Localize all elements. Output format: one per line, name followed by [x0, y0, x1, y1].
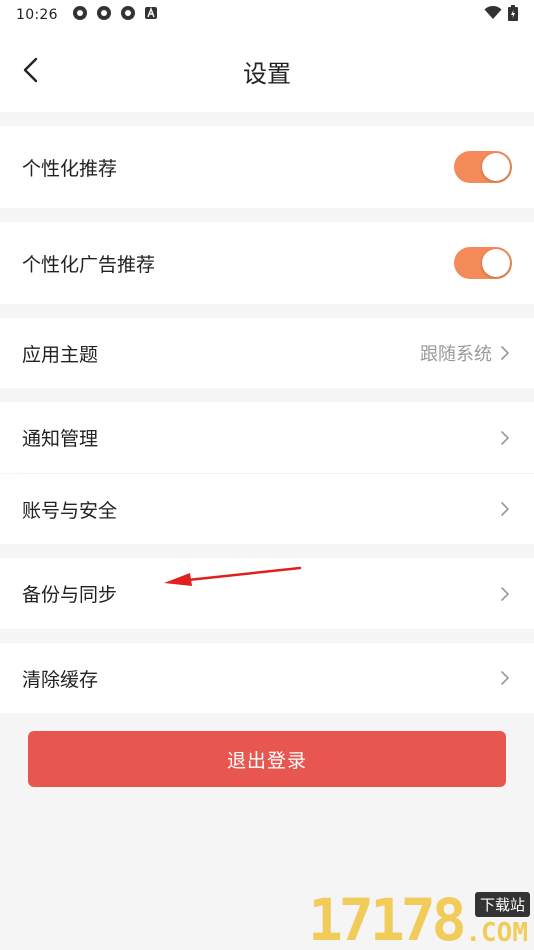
setting-label: 个性化推荐	[22, 157, 118, 180]
toggle-knob	[482, 249, 510, 277]
personalized-ads-toggle[interactable]	[454, 247, 512, 279]
setting-notifications[interactable]: 通知管理	[0, 402, 534, 473]
setting-label: 通知管理	[22, 428, 99, 450]
setting-personalized-ads: 个性化广告推荐	[0, 222, 534, 304]
setting-app-theme[interactable]: 应用主题 跟随系统	[0, 318, 534, 388]
setting-account-security[interactable]: 账号与安全	[0, 474, 534, 544]
app-icon	[96, 5, 112, 25]
chevron-right-icon	[500, 429, 512, 447]
chevron-right-icon	[500, 669, 512, 687]
app-icon	[72, 5, 88, 25]
setting-personalized-recommend: 个性化推荐	[0, 126, 534, 208]
setting-label: 应用主题	[22, 343, 99, 366]
setting-label: 清除缓存	[22, 668, 99, 691]
status-time: 10:26	[16, 7, 58, 23]
annotation-arrow-icon	[164, 566, 302, 586]
status-right	[484, 5, 518, 25]
setting-label: 个性化广告推荐	[22, 253, 156, 276]
chevron-right-icon	[500, 500, 512, 518]
logout-button[interactable]: 退出登录	[28, 731, 506, 787]
personalized-recommend-toggle[interactable]	[454, 151, 512, 183]
watermark-digits: 17178	[308, 886, 467, 950]
theme-value: 跟随系统	[420, 344, 492, 365]
chevron-right-icon	[500, 344, 512, 362]
a-badge-icon	[144, 6, 158, 24]
setting-clear-cache[interactable]: 清除缓存	[0, 643, 534, 713]
battery-icon	[508, 5, 518, 25]
app-icon	[120, 5, 136, 25]
setting-label: 账号与安全	[22, 499, 118, 522]
chevron-right-icon	[500, 585, 512, 603]
wifi-icon	[484, 5, 502, 24]
status-bar: 10:26	[0, 0, 534, 30]
toggle-knob	[482, 153, 510, 181]
watermark-suffix: .COM	[465, 918, 528, 948]
watermark-logo: 17178 下载站 .COM	[308, 890, 534, 950]
watermark-badge: 下载站	[474, 892, 530, 917]
header: 设置	[0, 30, 534, 112]
page-title: 设置	[243, 60, 291, 88]
